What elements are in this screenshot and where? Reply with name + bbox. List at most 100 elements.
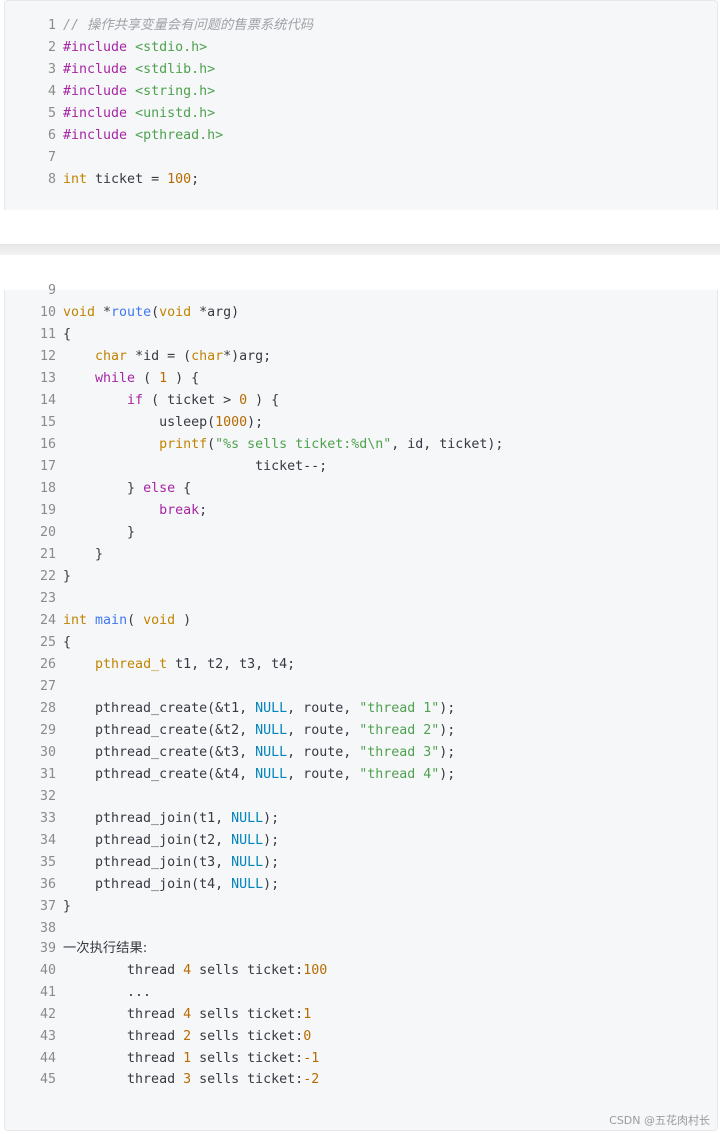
code-token: }: [63, 569, 72, 584]
code-line: 26 pthread_t t1, t2, t3, t4;: [5, 654, 295, 676]
line-number: 27: [39, 679, 56, 694]
code-token: sells ticket:: [191, 1072, 304, 1088]
code-token: pthread_join(t4,: [63, 877, 232, 892]
code-line: 5 #include <unistd.h>: [5, 103, 215, 125]
code-token: while: [95, 371, 136, 386]
code-token: ...: [63, 984, 152, 1000]
code-token: );: [263, 811, 280, 826]
line-number: 17: [39, 459, 56, 474]
code-line: 37}: [5, 896, 71, 918]
code-token: pthread_join(t1,: [63, 811, 232, 826]
code-token: *)arg;: [223, 349, 272, 364]
code-line: 42 thread 4 sells ticket:1: [5, 1004, 311, 1026]
code-token: NULL: [231, 833, 264, 848]
line-number: 19: [39, 503, 56, 518]
code-token: NULL: [231, 855, 264, 870]
code-line: 19 break;: [5, 500, 207, 522]
line-number: 34: [39, 833, 56, 848]
code-token: -2: [303, 1072, 320, 1088]
code-token: ): [175, 613, 192, 628]
line-number: 36: [39, 877, 56, 892]
line-number: 5: [47, 106, 56, 121]
code-line: 28 pthread_create(&t1, NULL, route, "thr…: [5, 698, 455, 720]
code-token: ticket--;: [63, 459, 328, 474]
code-line: 8 int ticket = 100;: [5, 169, 199, 191]
code-line: 29 pthread_create(&t2, NULL, route, "thr…: [5, 720, 455, 742]
code-line: 25 {: [5, 632, 71, 654]
line-number: 32: [39, 789, 56, 804]
line-number: 11: [39, 327, 56, 342]
code-token: sells ticket:: [191, 1050, 304, 1066]
code-line: 1 // 操作共享变量会有问题的售票系统代码: [5, 15, 313, 37]
code-token: 1: [303, 1006, 312, 1022]
csdn-watermark: CSDN @五花肉村长: [609, 1114, 710, 1127]
line-number: 7: [47, 150, 56, 165]
code-line: 16 printf("%s sells ticket:%d\n", id, ti…: [5, 434, 503, 456]
code-token: , id, ticket);: [391, 437, 504, 452]
code-token: NULL: [255, 701, 288, 716]
code-token: NULL: [255, 745, 288, 760]
code-token: "thread 1": [359, 701, 440, 716]
code-token: 0: [239, 393, 248, 408]
code-token: 3: [183, 1072, 192, 1088]
code-token: 0: [303, 1028, 312, 1044]
line-number: 9: [47, 283, 56, 298]
code-token: -1: [303, 1050, 320, 1066]
line-number: 21: [39, 547, 56, 562]
code-token: (: [151, 305, 160, 320]
code-token: pthread_join(t2,: [63, 833, 232, 848]
code-token: <unistd.h>: [135, 106, 216, 121]
code-token: NULL: [255, 767, 288, 782]
code-token: <string.h>: [135, 84, 216, 99]
code-token: {: [63, 635, 72, 650]
code-line: 40 thread 4 sells ticket:100: [5, 960, 327, 982]
code-token: 一次执行结果:: [63, 941, 148, 956]
code-line: 17 ticket--;: [5, 456, 327, 478]
line-number: 22: [39, 569, 56, 584]
line-number: 8: [47, 172, 56, 187]
line-number: 25: [39, 635, 56, 650]
line-number: 33: [39, 811, 56, 826]
code-token: }: [63, 525, 136, 540]
code-token: 100: [167, 172, 192, 187]
code-line: 20 }: [5, 522, 135, 544]
code-line: 13 while ( 1 ) {: [5, 368, 199, 390]
line-number: 4: [47, 84, 56, 99]
code-token: }: [63, 899, 72, 914]
code-token: sells ticket:: [191, 962, 304, 978]
code-token: #include: [63, 40, 128, 55]
code-token: {: [63, 327, 72, 342]
line-number: 10: [39, 305, 56, 320]
code-line: 34 pthread_join(t2, NULL);: [5, 830, 279, 852]
code-token: *: [95, 305, 112, 320]
code-token: pthread_create(&t3,: [63, 745, 256, 760]
line-number: 14: [39, 393, 56, 408]
code-token: #include: [63, 62, 128, 77]
code-line: 43 thread 2 sells ticket:0: [5, 1026, 311, 1048]
code-token: usleep(: [63, 415, 216, 430]
code-token: <pthread.h>: [135, 128, 224, 143]
line-number: 38: [39, 921, 56, 936]
line-number: 16: [39, 437, 56, 452]
code-token: #include: [63, 106, 128, 121]
code-token: char: [191, 349, 224, 364]
line-number: 44: [39, 1050, 56, 1066]
code-token: }: [63, 481, 144, 496]
line-number: 37: [39, 899, 56, 914]
code-token: sells ticket:: [191, 1006, 304, 1022]
code-block-part-2: 9 10 void *route(void *arg) 11{12 char *id …: [4, 283, 718, 1131]
code-token: char: [95, 349, 128, 364]
code-line: 27: [5, 676, 63, 698]
code-token: <stdlib.h>: [135, 62, 216, 77]
line-number: 41: [39, 984, 56, 1000]
line-number: 3: [47, 62, 56, 77]
code-token: *id = (: [127, 349, 192, 364]
code-token: pthread_t: [95, 657, 168, 672]
code-line: 23: [5, 588, 63, 610]
code-token: ( ticket >: [143, 393, 240, 408]
